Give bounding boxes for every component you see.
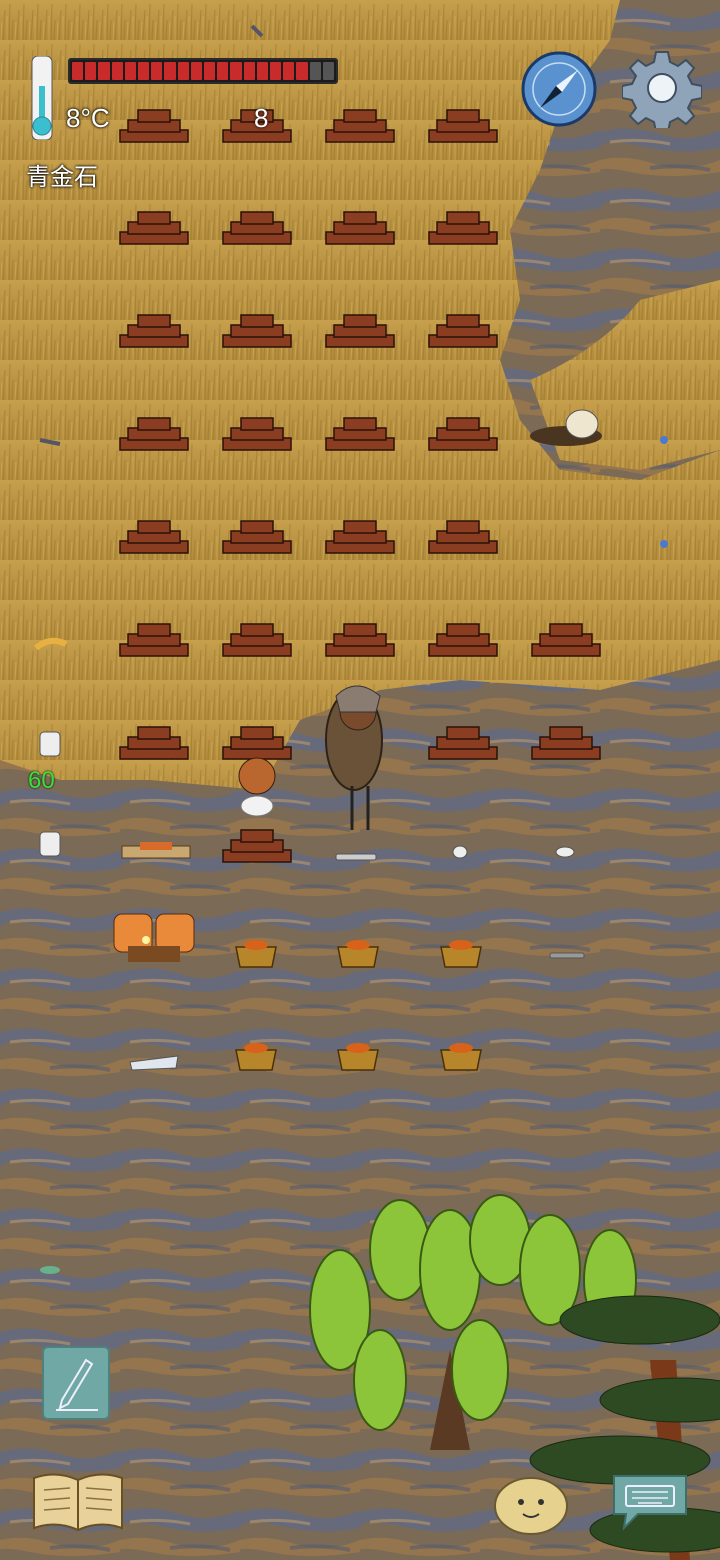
open-book-icon[interactable] [30, 1470, 126, 1534]
health-segment [151, 62, 163, 80]
gear-icon[interactable] [621, 48, 703, 133]
compass-icon[interactable] [520, 50, 598, 128]
floating-stat-number: 60 [28, 767, 55, 794]
health-segment [177, 62, 189, 80]
health-segment [98, 62, 110, 80]
health-segment [72, 62, 84, 80]
health-segment [217, 62, 229, 80]
health-segment [322, 62, 335, 80]
thermometer-icon [26, 55, 58, 141]
baby-character [238, 757, 276, 817]
health-segment [296, 62, 308, 80]
health-segment [243, 62, 255, 80]
health-segment [85, 62, 97, 80]
potato-face-icon[interactable] [493, 1474, 569, 1536]
health-segment [204, 62, 216, 80]
biome-label: 青金石 [26, 164, 98, 191]
health-segment [111, 62, 123, 80]
map-canvas[interactable] [0, 0, 720, 1560]
health-segment [164, 62, 176, 80]
item-count: 8 [254, 103, 269, 133]
bone-item [39, 731, 61, 757]
health-segment [283, 62, 295, 80]
pencil-icon[interactable] [42, 1346, 110, 1420]
health-segment [270, 62, 282, 80]
health-segment [124, 62, 137, 80]
health-segment [230, 62, 242, 80]
temperature-readout: 8°C [66, 103, 110, 133]
health-segment [190, 62, 203, 80]
game-world[interactable] [0, 0, 720, 1560]
health-segment [256, 62, 269, 80]
health-segment [138, 62, 150, 80]
health-bar [68, 58, 338, 84]
keyboard-icon[interactable] [608, 1470, 692, 1534]
health-segment [309, 62, 321, 80]
